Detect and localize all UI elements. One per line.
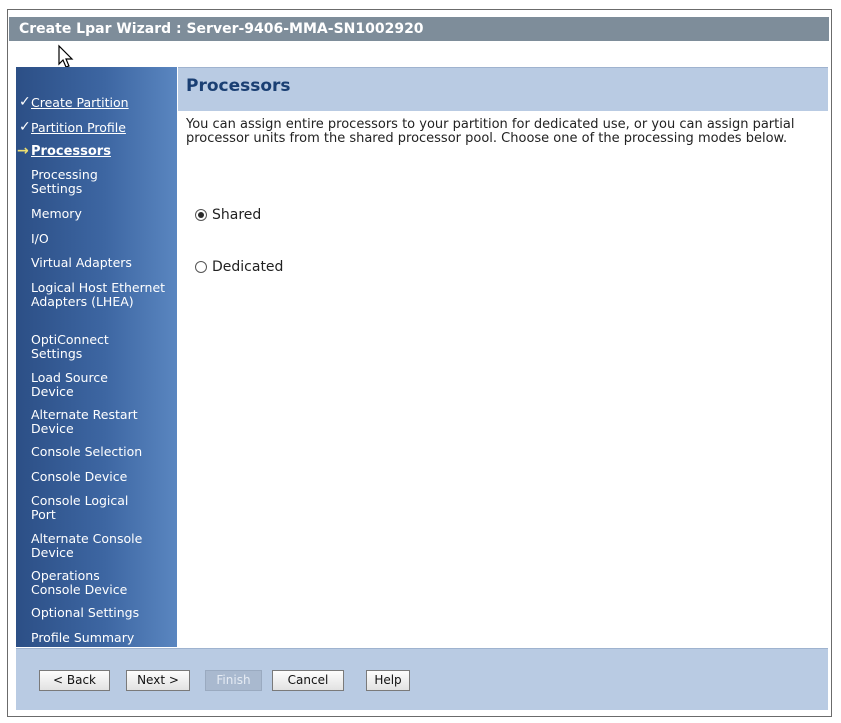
step-console-logical-port: Console Logical Port: [31, 493, 129, 522]
step-alternate-console-device: Alternate Console Device: [31, 531, 143, 560]
shared-option[interactable]: Shared: [195, 207, 261, 223]
step-partition-profile[interactable]: Partition Profile: [31, 121, 126, 135]
dedicated-option[interactable]: Dedicated: [195, 259, 283, 275]
right-arrow-icon: →: [17, 143, 29, 159]
step-lhea: Logical Host Ethernet Adapters (LHEA): [31, 280, 166, 309]
back-button[interactable]: < Back: [39, 670, 110, 691]
next-button[interactable]: Next >: [126, 670, 190, 691]
cancel-button[interactable]: Cancel: [272, 670, 344, 691]
step-processing-settings: Processing Settings: [31, 167, 98, 196]
step-memory: Memory: [31, 206, 82, 221]
step-alternate-restart-device: Alternate Restart Device: [31, 407, 138, 436]
step-console-selection: Console Selection: [31, 444, 143, 459]
step-opticonnect-settings: OptiConnect Settings: [31, 332, 109, 361]
step-console-device: Console Device: [31, 469, 128, 484]
step-io: I/O: [31, 231, 49, 246]
step-create-partition[interactable]: Create Partition: [31, 96, 129, 110]
step-operations-console-device: Operations Console Device: [31, 568, 128, 597]
step-virtual-adapters: Virtual Adapters: [31, 255, 132, 270]
window-title: Create Lpar Wizard : Server-9406-MMA-SN1…: [9, 17, 829, 41]
shared-label: Shared: [212, 207, 262, 223]
checkmark-icon: ✓: [19, 119, 31, 135]
shared-radio[interactable]: [195, 209, 207, 221]
dedicated-radio[interactable]: [195, 261, 207, 273]
step-profile-summary: Profile Summary: [31, 630, 135, 645]
step-load-source-device: Load Source Device: [31, 370, 108, 399]
page-title: Processors: [186, 76, 291, 96]
dedicated-label: Dedicated: [212, 259, 284, 275]
help-button[interactable]: Help: [366, 670, 410, 691]
finish-button[interactable]: Finish: [205, 670, 262, 691]
page-description: You can assign entire processors to your…: [186, 117, 795, 146]
checkmark-icon: ✓: [19, 94, 31, 110]
step-processors[interactable]: Processors: [31, 145, 111, 159]
step-optional-settings: Optional Settings: [31, 605, 140, 620]
content-panel: [178, 111, 828, 647]
